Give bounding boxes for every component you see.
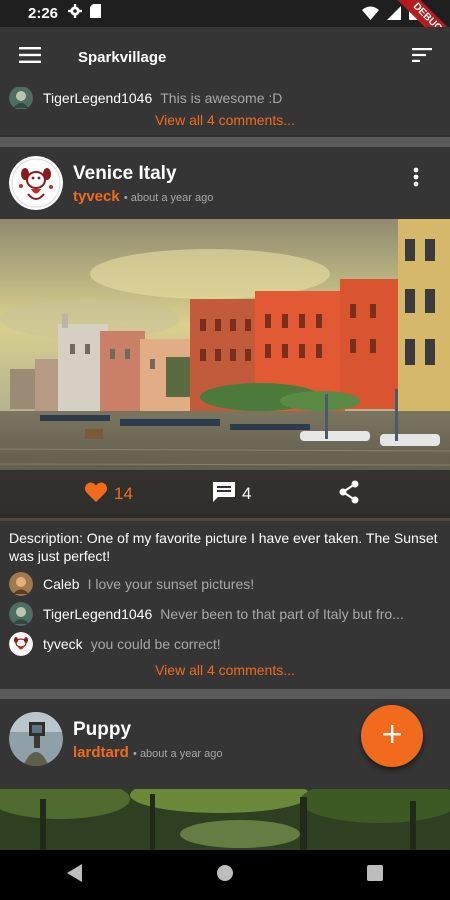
plus-icon — [383, 724, 401, 748]
comment-count: 4 — [242, 484, 252, 503]
divider — [0, 689, 450, 699]
divider — [0, 137, 450, 147]
home-circle-icon — [216, 864, 234, 886]
avatar — [9, 572, 33, 596]
signal-icon — [387, 5, 401, 25]
previous-post-card: TigerLegend1046 This is awesome :D View … — [0, 87, 450, 135]
post-actions-bar: 14 4 — [0, 470, 450, 518]
recents-square-icon — [367, 864, 384, 885]
avatar[interactable] — [9, 156, 63, 210]
post-description: Description: One of my favorite picture … — [9, 530, 438, 564]
system-nav-bar — [0, 850, 450, 900]
avatar[interactable] — [9, 712, 63, 766]
back-triangle-icon — [66, 863, 83, 886]
recents-button[interactable] — [367, 864, 384, 886]
more-vert-icon — [413, 167, 419, 192]
comment-username[interactable]: TigerLegend1046 — [43, 90, 152, 106]
share-button[interactable] — [338, 480, 360, 509]
back-button[interactable] — [66, 863, 83, 887]
post-title: Puppy — [73, 718, 132, 740]
app-bar: Sparkvillage — [0, 27, 450, 87]
status-time: 2:26 — [28, 5, 59, 22]
comment-text: This is awesome :D — [160, 90, 283, 106]
like-count: 14 — [114, 484, 133, 503]
post-title: Venice Italy — [73, 162, 177, 184]
comment-username[interactable]: tyveck — [43, 636, 83, 652]
add-post-button[interactable] — [361, 705, 423, 767]
view-all-comments-link[interactable]: View all 4 comments... — [0, 659, 450, 685]
post-card-body: Description: One of my favorite picture … — [0, 521, 450, 689]
like-button[interactable]: 14 — [84, 481, 133, 508]
comment-text: Never been to that part of Italy but fro… — [160, 606, 404, 622]
comment-button[interactable]: 4 — [212, 481, 251, 508]
post-timestamp: • about a year ago — [123, 191, 214, 204]
post-timestamp: • about a year ago — [133, 747, 223, 760]
avatar — [9, 632, 33, 656]
sort-button[interactable] — [404, 39, 440, 75]
sd-card-icon — [90, 4, 102, 23]
home-button[interactable] — [216, 864, 234, 887]
post-author[interactable]: tyveck — [73, 188, 120, 205]
avatar — [9, 87, 33, 109]
sort-icon — [412, 47, 432, 67]
share-icon — [338, 480, 360, 509]
comment-icon — [212, 481, 236, 508]
hamburger-menu-icon — [19, 46, 41, 68]
comment-text: I love your sunset pictures! — [87, 576, 255, 592]
avatar — [9, 602, 33, 626]
comment-text: you could be correct! — [90, 636, 221, 652]
more-options-button[interactable] — [404, 161, 428, 197]
settings-gear-icon — [68, 4, 83, 23]
status-bar: 2:26 DEBUG — [0, 0, 450, 56]
comment-row: TigerLegend1046 This is awesome :D — [0, 87, 450, 109]
post-photo[interactable] — [0, 789, 450, 850]
menu-button[interactable] — [0, 27, 60, 87]
comment-username[interactable]: Caleb — [43, 576, 80, 592]
wifi-icon — [362, 6, 379, 25]
heart-icon — [84, 481, 108, 508]
post-author[interactable]: lardtard — [73, 744, 129, 761]
view-all-comments-link[interactable]: View all 4 comments... — [0, 109, 450, 135]
post-card-header: Venice Italy tyveck • about a year ago — [0, 147, 450, 219]
comment-row: tyveck you could be correct! — [0, 629, 450, 659]
comment-row: TigerLegend1046 Never been to that part … — [0, 599, 450, 629]
comment-row: Caleb I love your sunset pictures! — [0, 569, 450, 599]
app-title: Sparkvillage — [78, 48, 167, 66]
comment-username[interactable]: TigerLegend1046 — [43, 606, 152, 622]
